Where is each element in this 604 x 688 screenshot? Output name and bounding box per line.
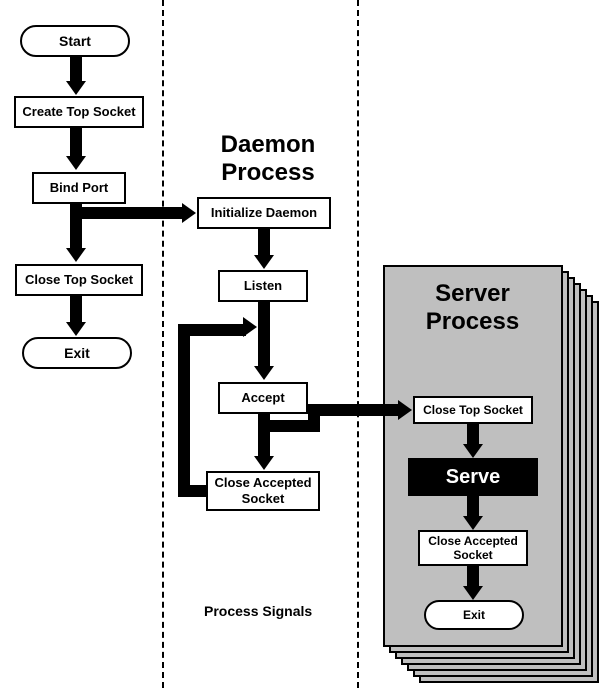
arrow [467,424,479,444]
arrow [76,207,182,219]
arrow-head [398,400,412,420]
arrow-head [254,456,274,470]
initialize-daemon-node: Initialize Daemon [197,197,331,229]
arrow-head [463,516,483,530]
accept-node: Accept [218,382,308,414]
exit-main-node: Exit [22,337,132,369]
arrow-head [182,203,196,223]
arrow-head [243,317,257,337]
close-top-socket-server-node: Close Top Socket [413,396,533,424]
arrow-head [66,81,86,95]
daemon-title: Daemon Process [198,131,338,187]
serve-node: Serve [408,458,538,496]
process-signals-node: Process Signals [204,603,312,619]
arrow [308,404,320,432]
arrow [178,324,190,497]
arrow-head [66,322,86,336]
arrow-head [463,444,483,458]
arrow-head [66,156,86,170]
close-accepted-socket-node: Close Accepted Socket [206,471,320,511]
arrow [70,296,82,322]
arrow [467,496,479,516]
arrow [258,229,270,255]
arrow [70,128,82,156]
arrow-head [66,248,86,262]
lane-divider-1 [162,0,164,688]
bind-port-node: Bind Port [32,172,126,204]
arrow [70,57,82,81]
arrow [467,566,479,586]
lane-divider-2 [357,0,359,688]
create-top-socket-node: Create Top Socket [14,96,144,128]
flowchart-canvas: Daemon Process Server Process Start Crea… [0,0,604,688]
arrow [258,302,270,366]
arrow-head [254,366,274,380]
arrow-head [254,255,274,269]
exit-server-node: Exit [424,600,524,630]
close-accepted-socket-server-node: Close Accepted Socket [418,530,528,566]
arrow [178,324,246,336]
arrow-head [463,586,483,600]
start-node: Start [20,25,130,57]
close-top-socket-main-node: Close Top Socket [15,264,143,296]
server-title: Server Process [395,280,550,336]
listen-node: Listen [218,270,308,302]
arrow [308,404,400,416]
